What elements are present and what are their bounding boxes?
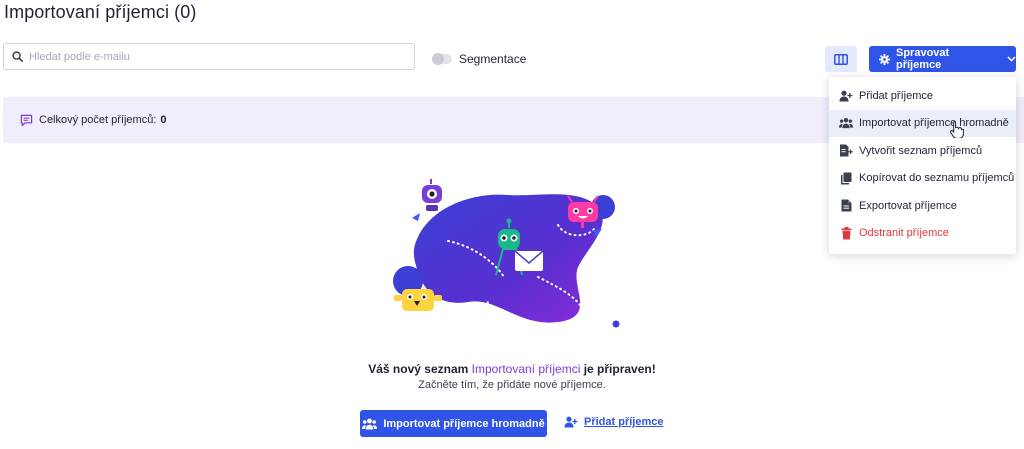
users-icon	[839, 116, 853, 130]
menu-item-label: Exportovat příjemce	[859, 199, 957, 212]
menu-item-import-bulk[interactable]: Importovat příjemce hromadně	[829, 109, 1016, 137]
menu-item-label: Vytvořit seznam příjemců	[859, 144, 983, 157]
create-list-icon	[839, 144, 853, 158]
page-title: Importovaní příjemci (0)	[4, 2, 197, 22]
segmentation-toggle[interactable]	[432, 53, 452, 65]
menu-item-export[interactable]: Exportovat příjemce	[829, 192, 1016, 220]
add-link-label: Přidat příjemce	[584, 416, 664, 428]
empty-title-prefix: Váš nový seznam	[368, 362, 469, 376]
menu-item-create-list[interactable]: Vytvořit seznam příjemců	[829, 137, 1016, 165]
search-icon	[12, 51, 23, 62]
segmentation-label: Segmentace	[459, 52, 527, 66]
chevron-down-icon	[1007, 56, 1016, 62]
total-count-label: Celkový počet příjemců:	[39, 114, 157, 126]
manage-dropdown-menu: Přidat příjemce Importovat příjemce hrom…	[829, 77, 1016, 254]
add-user-icon	[839, 89, 853, 103]
export-file-icon	[839, 199, 853, 213]
manage-button-label: Spravovat příjemce	[896, 47, 950, 71]
gear-icon	[879, 53, 890, 65]
empty-title-suffix: je připraven!	[583, 362, 656, 376]
total-count-value: 0	[160, 114, 167, 126]
menu-item-label: Přidat příjemce	[859, 89, 933, 102]
manage-recipients-button[interactable]: Spravovat příjemce	[869, 46, 1016, 72]
add-user-icon	[564, 416, 578, 428]
decor-dot	[612, 320, 620, 328]
robot-purple	[422, 179, 442, 211]
import-button-label: Importovat příjemce hromadně	[383, 417, 545, 430]
import-bulk-button[interactable]: Importovat příjemce hromadně	[360, 410, 547, 437]
empty-state-illustration	[393, 179, 620, 328]
empty-state-title: Váš nový seznam Importovaní příjemci je …	[0, 362, 1024, 376]
menu-item-label: Kopírovat do seznamu příjemců	[859, 172, 1015, 185]
empty-state-subtitle: Začněte tím, že přidáte nové příjemce.	[418, 379, 606, 391]
columns-button[interactable]	[825, 46, 857, 72]
users-icon	[362, 418, 378, 430]
menu-item-copy-to-list[interactable]: Kopírovat do seznamu příjemců	[829, 165, 1016, 193]
search-box[interactable]	[3, 43, 415, 70]
hand-cursor-icon	[950, 120, 964, 138]
empty-title-list-name: Importovaní příjemci	[471, 362, 581, 376]
add-recipient-link[interactable]: Přidat příjemce	[564, 416, 663, 428]
menu-item-label: Odstranit příjemce	[859, 227, 949, 240]
menu-item-label: Importovat příjemce hromadně	[859, 117, 1009, 130]
message-icon	[20, 114, 33, 127]
search-input[interactable]	[29, 50, 409, 63]
toggle-knob	[432, 53, 444, 65]
copy-icon	[839, 171, 853, 185]
menu-item-add-recipient[interactable]: Přidat příjemce	[829, 82, 1016, 110]
trash-icon	[839, 226, 853, 240]
columns-icon	[834, 53, 848, 65]
menu-item-delete[interactable]: Odstranit příjemce	[829, 220, 1016, 248]
